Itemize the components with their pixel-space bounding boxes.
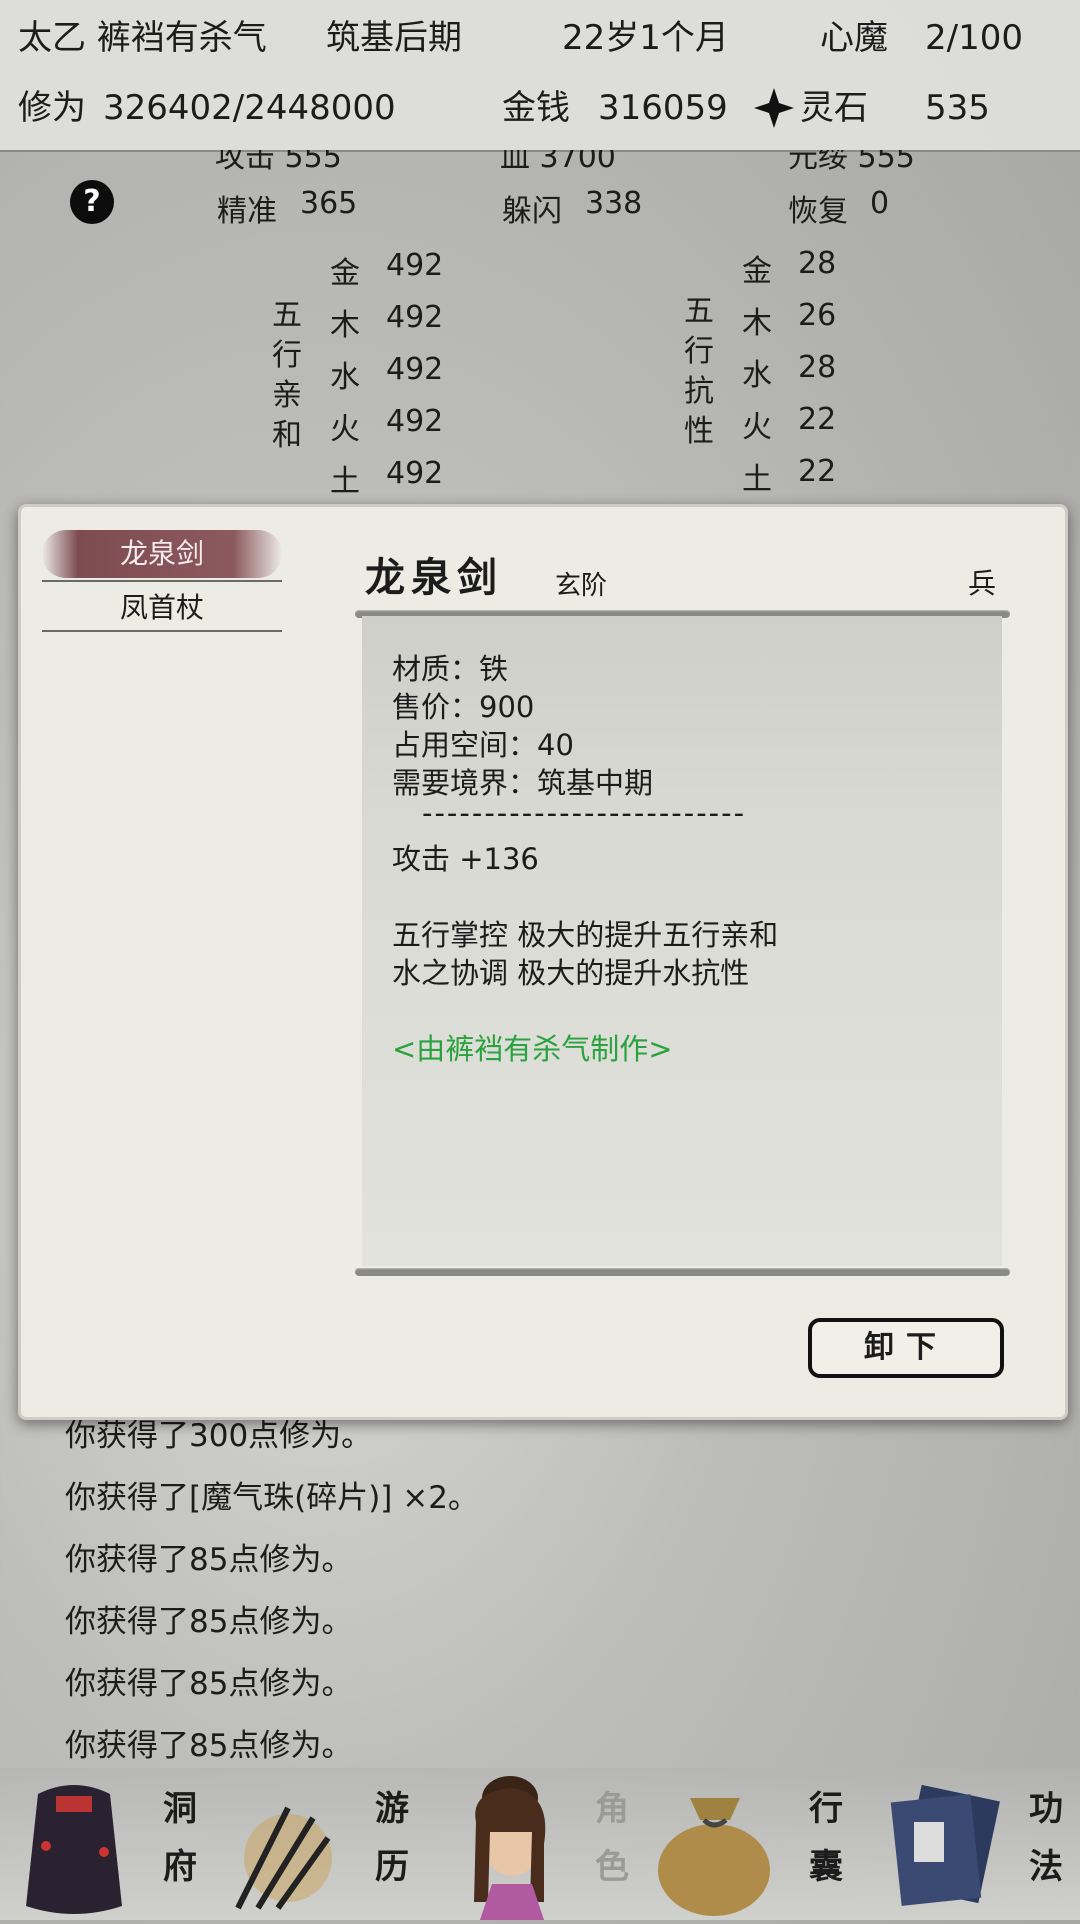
item-price: 售价：900 [392,690,535,724]
money-value: 316059 [598,88,728,128]
affinity-water-value: 492 [386,352,444,387]
heart-demon-label: 心魔 [820,18,888,58]
character-portrait-icon[interactable] [440,1752,580,1920]
cultivation-value: 326402/2448000 [103,88,396,128]
resist-wood-label: 木 [742,306,772,341]
tab-skills[interactable]: 功法 [1026,1780,1066,1896]
item-effect: 水之协调 极大的提升水抗性 [392,956,750,990]
status-bar: 太乙 裤裆有杀气 筑基后期 22岁1个月 心魔 2/100 修为 326402/… [0,0,1080,152]
affinity-fire-label: 火 [330,412,360,447]
resist-fire-value: 22 [798,402,837,437]
recover-value: 0 [870,186,890,221]
cave-icon[interactable] [18,1776,130,1916]
tab-travel[interactable]: 游历 [372,1780,412,1896]
item-material: 材质：铁 [392,652,509,686]
affinity-earth-value: 492 [386,456,444,491]
resist-fire-label: 火 [742,410,772,445]
log-line: 你获得了85点修为。 [65,1728,353,1764]
realm-label: 筑基后期 [326,18,462,58]
affinity-fire-value: 492 [386,404,444,439]
affinity-metal-label: 金 [330,256,360,291]
help-icon[interactable]: ? [70,180,114,224]
resist-water-value: 28 [798,350,837,385]
log-line: 你获得了85点修为。 [65,1666,353,1702]
money-label: 金钱 [502,88,570,128]
equipment-item-phoenix-staff[interactable]: 凤首杖 [42,584,282,632]
recover-label: 恢复 [788,194,848,229]
resist-metal-label: 金 [742,254,772,289]
heart-demon-value: 2/100 [925,18,1023,58]
item-grade: 玄阶 [555,571,608,601]
resist-water-label: 水 [742,358,772,393]
item-title: 龙泉剑 [365,554,503,601]
bag-icon[interactable] [650,1772,780,1918]
item-crafter: <由裤裆有杀气制作> [392,1032,673,1066]
bottom-nav: 洞府 游历 角色 行囊 功法 [0,1768,1080,1920]
affinity-wood-value: 492 [386,300,444,335]
log-line: 你获得了85点修为。 [65,1604,353,1640]
resist-metal-value: 28 [798,246,837,281]
scroll-bottom-rod [355,1268,1010,1276]
affinity-earth-label: 土 [330,464,360,499]
list-divider [42,580,282,582]
affinity-wood-label: 木 [330,308,360,343]
log-line: 你获得了85点修为。 [65,1542,353,1578]
dodge-value: 338 [585,186,643,221]
equipment-item-longquan-sword[interactable]: 龙泉剑 [42,530,282,578]
affinity-metal-value: 492 [386,248,444,283]
age-label: 22岁1个月 [562,18,729,58]
log-line: 你获得了[魔气珠(碎片)] ×2。 [65,1480,479,1516]
resist-title: 五行抗性 [684,294,714,449]
tab-cave[interactable]: 洞府 [160,1780,200,1896]
spirit-stone-value: 535 [925,88,990,128]
resist-earth-label: 土 [742,462,772,497]
item-type: 兵 [968,567,997,600]
spirit-stone-label: 灵石 [800,88,868,128]
cultivation-label: 修为 [18,88,86,128]
accuracy-label: 精准 [217,194,277,229]
tab-character[interactable]: 角色 [592,1780,632,1896]
spirit-stone-icon [752,86,796,139]
item-effect: 五行掌控 极大的提升五行亲和 [392,918,779,952]
travel-icon[interactable] [218,1778,348,1918]
resist-wood-value: 26 [798,298,837,333]
resist-earth-value: 22 [798,454,837,489]
item-separator: -------------------------- [422,796,747,830]
dodge-label: 躲闪 [502,194,562,229]
item-attack: 攻击 +136 [392,842,539,876]
affinity-title: 五行亲和 [272,298,302,453]
accuracy-value: 365 [300,186,358,221]
list-divider [42,630,282,632]
affinity-water-label: 水 [330,360,360,395]
skill-book-icon[interactable] [880,1782,1010,1916]
item-space: 占用空间：40 [392,728,574,762]
unequip-button[interactable]: 卸下 [808,1318,1004,1378]
player-name: 太乙 裤裆有杀气 [18,18,267,58]
tab-bag[interactable]: 行囊 [806,1780,846,1896]
